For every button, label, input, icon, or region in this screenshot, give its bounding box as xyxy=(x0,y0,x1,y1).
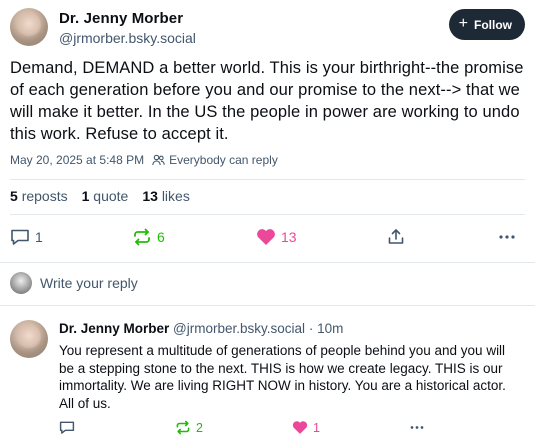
author-handle[interactable]: @jrmorber.bsky.social xyxy=(59,30,196,46)
reply-header: Dr. Jenny Morber @jrmorber.bsky.social ·… xyxy=(59,321,343,336)
engagement-counts: 5 reposts 1 quote 13 likes xyxy=(10,188,190,204)
reply-author-handle[interactable]: @jrmorber.bsky.social xyxy=(173,321,305,336)
repost-icon xyxy=(176,420,190,435)
people-icon xyxy=(152,154,165,166)
like-button[interactable]: 13 xyxy=(256,228,297,246)
more-icon xyxy=(410,426,424,429)
repost-icon xyxy=(134,228,150,246)
reply-permission[interactable]: Everybody can reply xyxy=(152,153,278,167)
share-button[interactable] xyxy=(387,228,405,246)
post-meta: May 20, 2025 at 5:48 PM Everybody can re… xyxy=(10,153,278,167)
reply-text: You represent a multitude of generations… xyxy=(59,343,506,411)
likes-count[interactable]: 13 likes xyxy=(142,188,189,204)
divider xyxy=(0,262,535,263)
reposts-count[interactable]: 5 reposts xyxy=(10,188,68,204)
reply-icon xyxy=(11,229,29,245)
follow-button[interactable]: + Follow xyxy=(448,9,525,40)
heart-icon xyxy=(257,229,275,245)
reply-author-name[interactable]: Dr. Jenny Morber xyxy=(59,321,169,336)
follow-label: Follow xyxy=(474,17,512,32)
reply-button[interactable]: 1 xyxy=(10,228,43,246)
reply-input[interactable]: Write your reply xyxy=(40,275,138,291)
more-icon xyxy=(499,235,515,239)
reply-repost-count: 2 xyxy=(196,420,203,435)
divider xyxy=(0,305,535,306)
author-avatar[interactable] xyxy=(10,8,48,46)
reply-like-button[interactable]: 1 xyxy=(292,420,320,435)
post-timestamp[interactable]: May 20, 2025 at 5:48 PM xyxy=(10,153,144,167)
my-avatar xyxy=(10,272,32,294)
reply-icon xyxy=(59,421,75,434)
reply-time[interactable]: 10m xyxy=(317,321,343,336)
reply-separator: · xyxy=(308,321,314,336)
quotes-count[interactable]: 1 quote xyxy=(82,188,129,204)
reply-composer[interactable]: Write your reply xyxy=(10,272,138,294)
repost-button[interactable]: 6 xyxy=(132,228,165,246)
reply-like-count: 1 xyxy=(313,420,320,435)
reply-reply-button[interactable] xyxy=(59,420,75,435)
divider xyxy=(10,179,525,180)
reply-repost-button[interactable]: 2 xyxy=(175,420,203,435)
reply-author-avatar[interactable] xyxy=(10,320,48,358)
author-name[interactable]: Dr. Jenny Morber xyxy=(59,10,183,27)
reply-count: 1 xyxy=(35,229,43,245)
post-text: Demand, DEMAND a better world. This is y… xyxy=(10,59,524,143)
plus-icon: + xyxy=(458,15,468,32)
reply-actions: 2 1 xyxy=(59,420,525,436)
reply-more-button[interactable] xyxy=(409,420,425,435)
more-button[interactable] xyxy=(498,228,516,246)
reply-permission-label: Everybody can reply xyxy=(169,153,278,167)
post-header: Dr. Jenny Morber @jrmorber.bsky.social +… xyxy=(10,8,525,48)
post-actions: 1 6 13 xyxy=(10,228,525,248)
repost-count: 6 xyxy=(157,229,165,245)
share-icon xyxy=(388,229,404,244)
like-count: 13 xyxy=(281,229,297,245)
divider xyxy=(10,214,525,215)
heart-icon xyxy=(292,421,308,434)
